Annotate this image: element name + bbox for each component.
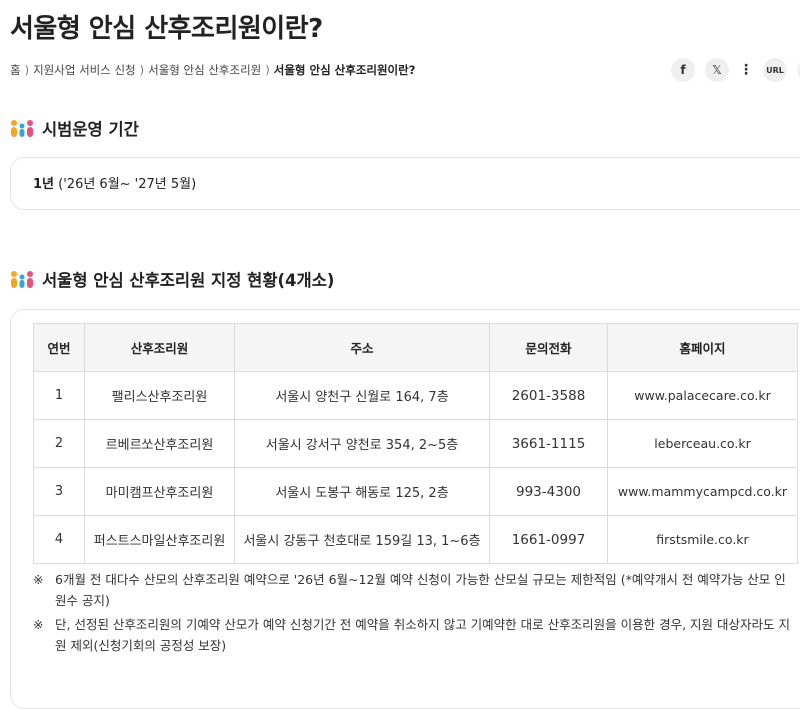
note-text: 6개월 전 대다수 산모의 산후조리원 예약으로 '26년 6월~12월 예약 … [55, 572, 786, 608]
row-center-name: 르베르쏘산후조리원 [84, 419, 235, 468]
row-homepage-link[interactable]: www.palacecare.co.kr [607, 371, 798, 420]
breadcrumb-support-service[interactable]: 지원사업 서비스 신청 [33, 62, 136, 78]
row-homepage-link[interactable]: www.mammycampcd.co.kr [607, 467, 798, 516]
page: 서울형 안심 산후조리원이란? 홈 ) 지원사업 서비스 신청 ) 서울형 안심… [0, 0, 800, 709]
row-phone-link[interactable]: 993-4300 [489, 467, 608, 516]
url-copy-label: URL [766, 65, 784, 75]
note-item: ※ 6개월 전 대다수 산모의 산후조리원 예약으로 '26년 6월~12월 예… [33, 569, 793, 611]
note-text: 단, 선정된 산후조리원의 기예약 산모가 예약 신청기간 전 예약을 취소하지… [55, 617, 790, 653]
breadcrumb-current: 서울형 안심 산후조리원이란? [273, 63, 416, 77]
column-header-address: 주소 [234, 323, 490, 372]
period-box: 1년 ('26년 6월~ '27년 5월) [10, 157, 800, 210]
table-row: 1 팰리스산후조리원 서울시 양천구 신월로 164, 7층 2601-3588… [33, 371, 798, 420]
more-icon[interactable]: ⋮ [739, 62, 753, 78]
row-center-name: 퍼스트스마일산후조리원 [84, 515, 235, 564]
note-mark: ※ [33, 617, 44, 632]
breadcrumb: 홈 ) 지원사업 서비스 신청 ) 서울형 안심 산후조리원 ) 서울형 안심 … [10, 62, 415, 78]
row-address: 서울시 양천구 신월로 164, 7층 [234, 371, 490, 420]
row-no: 1 [33, 371, 85, 420]
note-mark: ※ [33, 572, 44, 587]
centers-table: 연번 산후조리원 주소 문의전화 홈페이지 1 팰리스산후조리원 서울시 양천구… [33, 323, 798, 564]
section-centers-title: 서울형 안심 산후조리원 지정 현황(4개소) [10, 267, 334, 291]
period-range: ('26년 6월~ '27년 5월) [54, 177, 197, 192]
column-header-phone: 문의전화 [489, 323, 608, 372]
row-center-name: 팰리스산후조리원 [84, 371, 235, 420]
row-no: 4 [33, 515, 85, 564]
row-phone-link[interactable]: 1661-0997 [489, 515, 608, 564]
breadcrumb-separator: ) [24, 63, 30, 77]
period-duration: 1년 [33, 177, 55, 192]
breadcrumb-separator: ) [139, 63, 145, 77]
breadcrumb-separator: ) [265, 63, 270, 77]
share-toolbar: f 𝕏 ⋮ URL [671, 58, 800, 82]
section-period-heading: 시범운영 기간 [42, 120, 139, 139]
table-row: 2 르베르쏘산후조리원 서울시 강서구 양천로 354, 2~5층 3661-1… [33, 419, 798, 468]
people-icon [11, 271, 33, 288]
column-header-homepage: 홈페이지 [607, 323, 798, 372]
row-address: 서울시 강동구 천호대로 159길 13, 1~6층 [234, 515, 490, 564]
row-homepage-link[interactable]: leberceau.co.kr [607, 419, 798, 468]
notes: ※ 6개월 전 대다수 산모의 산후조리원 예약으로 '26년 6월~12월 예… [33, 569, 793, 659]
note-item: ※ 단, 선정된 산후조리원의 기예약 산모가 예약 신청기간 전 예약을 취소… [33, 614, 793, 656]
period-value: 1년 ('26년 6월~ '27년 5월) [33, 173, 196, 192]
table-header-row: 연번 산후조리원 주소 문의전화 홈페이지 [33, 323, 798, 372]
breadcrumb-postpartum-center[interactable]: 서울형 안심 산후조리원 [148, 62, 261, 78]
people-icon [11, 120, 33, 137]
table-row: 3 마미캠프산후조리원 서울시 도봉구 해동로 125, 2층 993-4300… [33, 467, 798, 516]
url-copy-button[interactable]: URL [763, 58, 787, 82]
row-address: 서울시 강서구 양천로 354, 2~5층 [234, 419, 490, 468]
breadcrumb-home[interactable]: 홈 [10, 62, 21, 78]
column-header-center: 산후조리원 [84, 323, 235, 372]
facebook-icon: f [680, 63, 686, 77]
table-row: 4 퍼스트스마일산후조리원 서울시 강동구 천호대로 159길 13, 1~6층… [33, 515, 798, 564]
page-title: 서울형 안심 산후조리원이란? [10, 14, 323, 44]
section-centers-heading: 서울형 안심 산후조리원 지정 현황(4개소) [42, 271, 335, 290]
row-phone-link[interactable]: 3661-1115 [489, 419, 608, 468]
x-share-button[interactable]: 𝕏 [705, 58, 729, 82]
row-no: 2 [33, 419, 85, 468]
row-phone-link[interactable]: 2601-3588 [489, 371, 608, 420]
column-header-no: 연번 [33, 323, 85, 372]
facebook-share-button[interactable]: f [671, 58, 695, 82]
row-center-name: 마미캠프산후조리원 [84, 467, 235, 516]
section-period-title: 시범운영 기간 [10, 116, 139, 140]
x-icon: 𝕏 [712, 63, 722, 77]
row-address: 서울시 도봉구 해동로 125, 2층 [234, 467, 490, 516]
row-homepage-link[interactable]: firstsmile.co.kr [607, 515, 798, 564]
row-no: 3 [33, 467, 85, 516]
